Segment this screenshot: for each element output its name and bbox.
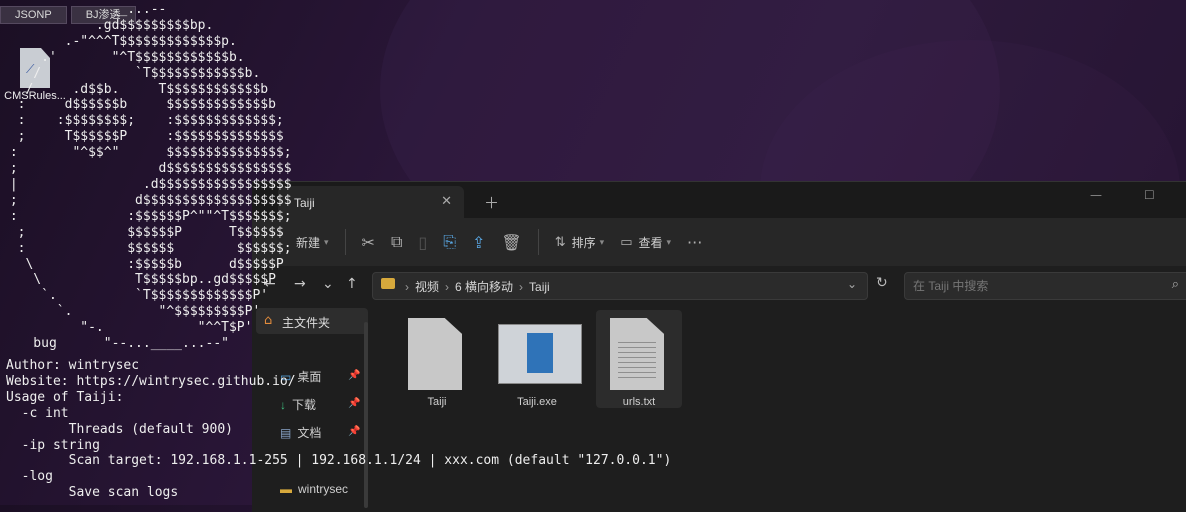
maximize-icon[interactable]: ☐	[1144, 188, 1155, 202]
breadcrumb-chevron-icon: ›	[445, 280, 450, 294]
view-label: 查看	[638, 235, 663, 250]
search-icon: ⌕	[1171, 277, 1179, 292]
toolbar-divider	[344, 229, 346, 255]
more-options-button[interactable]: ···	[679, 227, 710, 257]
explorer-tab-title: Taiji	[294, 196, 315, 210]
toolbar-divider	[537, 229, 539, 255]
terminal-output: __...-- .gd$$$$$$$$$bp. .-"^^^T$$$$$$$$$…	[0, 0, 671, 500]
history-chevron-icon[interactable]: ⌄	[322, 276, 334, 292]
paste-button[interactable]: ▯	[410, 227, 435, 257]
explorer-tab-strip: Taiji ✕ ＋ — ☐	[252, 182, 1186, 218]
breadcrumb-chevron-icon: ›	[405, 280, 409, 294]
rename-button[interactable]: ⎘	[435, 227, 464, 257]
search-input[interactable]	[911, 278, 1155, 294]
chevron-down-icon: ▾	[599, 236, 605, 247]
explorer-tab[interactable]: Taiji ✕	[278, 186, 464, 218]
address-bar[interactable]: › 视频 › 6 横向移动 › Taiji ⌄	[372, 272, 868, 300]
sort-label: 排序	[571, 235, 596, 250]
folder-icon	[381, 278, 395, 289]
new-tab-button[interactable]: ＋	[484, 192, 499, 213]
copy-button[interactable]: ⧉	[383, 227, 410, 257]
chevron-down-icon: ▾	[666, 236, 672, 247]
breadcrumb-item[interactable]: 视频	[415, 280, 439, 294]
paste-icon: ▯	[418, 232, 428, 252]
copy-icon: ⧉	[390, 232, 403, 251]
cut-icon: ✂	[361, 232, 375, 252]
new-button[interactable]: 新建 ▾	[288, 227, 337, 257]
sort-icon: ⇅	[554, 234, 566, 250]
new-label: 新建	[296, 235, 321, 250]
explorer-toolbar: 新建 ▾ ✂ ⧉ ▯ ⎘ ⇪ 🗑 ⇅ 排序 ▾ ▭ 查看 ▾ ···	[252, 218, 1186, 266]
delete-button[interactable]: 🗑	[493, 227, 529, 257]
terminal-help-text: Author: wintrysec Website: https://wintr…	[6, 358, 672, 501]
address-row: ← → ⌄ ↑ ›视频›6 横向移动›Taiji ⌄ ↻ ⌕	[252, 266, 1186, 304]
breadcrumb-item[interactable]: 6 横向移动	[455, 280, 513, 294]
view-icon: ▭	[620, 234, 633, 250]
up-icon[interactable]: ↑	[346, 276, 358, 292]
rename-icon: ⎘	[443, 232, 457, 251]
chevron-down-icon: ▾	[324, 236, 329, 247]
more-icon: ···	[687, 232, 703, 252]
ascii-art-banner: __...-- .gd$$$$$$$$$bp. .-"^^^T$$$$$$$$$…	[9, 2, 292, 352]
share-icon: ⇪	[472, 232, 486, 252]
breadcrumb-chevron-icon: ›	[519, 280, 524, 294]
breadcrumb: › 视频 › 6 横向移动 › Taiji	[399, 278, 550, 295]
trash-icon: 🗑	[501, 232, 522, 252]
minimize-icon[interactable]: —	[1090, 188, 1102, 202]
refresh-icon[interactable]: ↻	[876, 275, 888, 291]
chevron-down-icon[interactable]: ⌄	[847, 277, 857, 291]
sort-button[interactable]: ⇅ 排序 ▾	[547, 227, 612, 257]
close-tab-icon[interactable]: ✕	[441, 194, 452, 209]
view-button[interactable]: ▭ 查看 ▾	[612, 227, 679, 257]
forward-icon[interactable]: →	[294, 276, 306, 292]
search-box[interactable]: ⌕	[904, 272, 1186, 300]
share-button[interactable]: ⇪	[464, 227, 493, 257]
breadcrumb-item[interactable]: Taiji	[529, 280, 550, 294]
cut-button[interactable]: ✂	[354, 227, 383, 257]
